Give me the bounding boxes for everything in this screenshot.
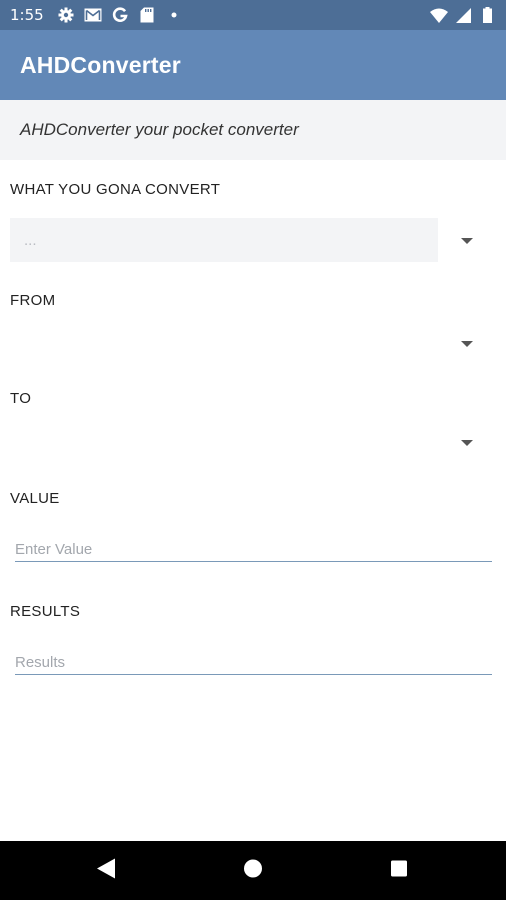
subtitle-banner: AHDConverter your pocket converter	[0, 100, 506, 160]
settings-icon	[57, 6, 75, 24]
recents-icon[interactable]	[390, 859, 408, 882]
gmail-icon	[84, 6, 102, 24]
home-icon[interactable]	[243, 858, 263, 883]
dot-icon	[165, 6, 183, 24]
to-label: TO	[10, 390, 32, 407]
status-bar-right	[430, 6, 496, 24]
subtitle-text: AHDConverter your pocket converter	[20, 120, 299, 139]
results-placeholder: Results	[15, 654, 66, 671]
from-unit-select[interactable]	[10, 322, 438, 366]
value-input[interactable]: Enter Value	[15, 536, 492, 562]
value-placeholder: Enter Value	[15, 541, 93, 558]
back-icon[interactable]	[96, 857, 116, 884]
signal-icon	[454, 6, 472, 24]
navigation-bar	[0, 841, 506, 900]
status-bar: 1:55	[0, 0, 506, 30]
convert-type-dropdown-arrow-icon[interactable]	[461, 238, 473, 244]
app-title: AHDConverter	[20, 51, 181, 78]
battery-icon	[478, 6, 496, 24]
app-bar: AHDConverter	[0, 30, 506, 100]
wifi-icon	[430, 6, 448, 24]
convert-type-value: ...	[24, 231, 37, 249]
convert-label: WHAT YOU GONA CONVERT	[10, 181, 221, 198]
from-label: FROM	[10, 292, 56, 309]
status-time: 1:55	[10, 6, 44, 24]
value-label: VALUE	[10, 490, 60, 507]
google-icon	[111, 6, 129, 24]
convert-type-select[interactable]: ...	[10, 218, 438, 262]
status-bar-left: 1:55	[10, 6, 183, 24]
sd-card-icon	[138, 6, 156, 24]
results-label: RESULTS	[10, 603, 81, 620]
results-field[interactable]: Results	[15, 649, 492, 675]
from-dropdown-arrow-icon[interactable]	[461, 341, 473, 347]
to-unit-select[interactable]	[10, 420, 438, 464]
to-dropdown-arrow-icon[interactable]	[461, 440, 473, 446]
